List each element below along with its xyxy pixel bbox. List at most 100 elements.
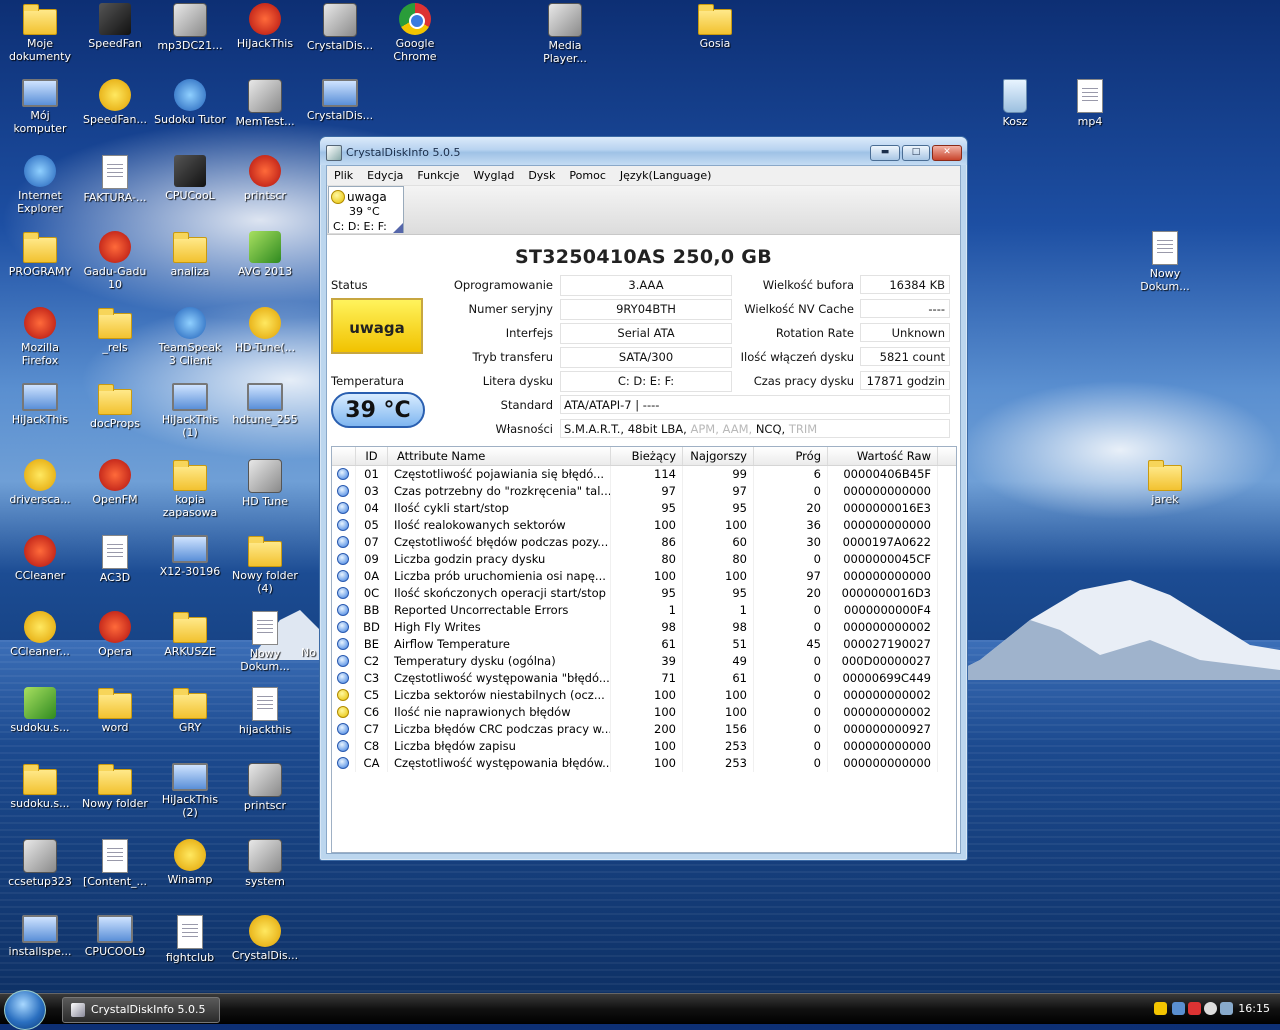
desktop-icon[interactable]: CCleaner <box>3 535 77 582</box>
desktop-icon[interactable]: fightclub <box>153 915 227 964</box>
safely-remove-icon[interactable] <box>1220 1002 1233 1015</box>
desktop-icon[interactable]: [Content_... <box>78 839 152 888</box>
table-row[interactable]: CA Częstotliwość występowania błędów... 10… <box>332 755 956 772</box>
header-raw[interactable]: Wartość Raw <box>828 447 938 465</box>
desktop-icon[interactable]: X12-30196 <box>153 535 227 578</box>
desktop-icon[interactable]: mp3DC21... <box>153 3 227 52</box>
menu-item[interactable]: Pomoc <box>562 169 612 182</box>
table-row[interactable]: C6 Ilość nie naprawionych błędów 100 100 0 00… <box>332 704 956 721</box>
desktop-icon[interactable]: PROGRAMY <box>3 231 77 278</box>
desktop-icon[interactable]: kopia zapasowa <box>153 459 227 519</box>
minimize-button[interactable]: ▬ <box>870 145 900 161</box>
desktop-icon[interactable]: HD-Tune(... <box>228 307 302 354</box>
avg-icon[interactable] <box>1188 1002 1201 1015</box>
clock[interactable]: 16:15 <box>1238 1002 1270 1015</box>
desktop-icon[interactable]: SpeedFan <box>78 3 152 50</box>
desktop-icon[interactable]: jarek <box>1128 459 1202 506</box>
desktop-icon[interactable]: mp4 <box>1053 79 1127 128</box>
title-bar[interactable]: CrystalDiskInfo 5.0.5 ▬ □ ✕ <box>320 137 967 165</box>
desktop-icon[interactable]: ARKUSZE <box>153 611 227 658</box>
menu-item[interactable]: Język(Language) <box>613 169 719 182</box>
table-row[interactable]: 01 Częstotliwość pojawiania się błędó... 1… <box>332 466 956 483</box>
desktop-icon[interactable]: Kosz <box>978 79 1052 128</box>
desktop-icon[interactable]: Nowy folder (4) <box>228 535 302 595</box>
desktop-icon[interactable]: driversca... <box>3 459 77 506</box>
menu-item[interactable]: Edycja <box>360 169 410 182</box>
header-id[interactable]: ID <box>356 447 388 465</box>
header-name[interactable]: Attribute Name <box>388 447 611 465</box>
desktop-icon[interactable]: CPUCooL <box>153 155 227 202</box>
table-row[interactable]: C5 Liczba sektorów niestabilnych (ocz... 1… <box>332 687 956 704</box>
desktop-icon[interactable]: Sudoku Tutor <box>153 79 227 126</box>
menu-item[interactable]: Funkcje <box>410 169 466 182</box>
shield-icon[interactable] <box>1154 1002 1167 1015</box>
desktop-icon[interactable]: Opera <box>78 611 152 658</box>
network-icon[interactable] <box>1172 1002 1185 1015</box>
desktop-icon[interactable]: Nowy folder <box>78 763 152 810</box>
menu-item[interactable]: Plik <box>327 169 360 182</box>
desktop-icon[interactable]: GRY <box>153 687 227 734</box>
desktop-icon[interactable]: CrystalDis... <box>228 915 302 962</box>
table-row[interactable]: 05 Ilość realokowanych sektorów 100 100 36 00… <box>332 517 956 534</box>
desktop-icon[interactable]: Moje dokumenty <box>3 3 77 63</box>
health-status-button[interactable]: uwaga <box>331 298 423 354</box>
desktop-icon[interactable]: system <box>228 839 302 888</box>
taskbar-button-crystaldiskinfo[interactable]: CrystalDiskInfo 5.0.5 <box>62 997 220 1023</box>
menu-item[interactable]: Wygląd <box>466 169 521 182</box>
desktop-icon[interactable]: CrystalDis... <box>303 79 377 122</box>
desktop-icon[interactable]: ccsetup323 <box>3 839 77 888</box>
desktop-icon[interactable]: Gadu-Gadu 10 <box>78 231 152 291</box>
desktop-icon[interactable]: SpeedFan... <box>78 79 152 126</box>
desktop-icon[interactable]: analiza <box>153 231 227 278</box>
header-worst[interactable]: Najgorszy <box>683 447 754 465</box>
close-button[interactable]: ✕ <box>932 145 962 161</box>
desktop-icon[interactable]: TeamSpeak 3 Client <box>153 307 227 367</box>
desktop-icon[interactable]: Nowy Dokum... <box>228 611 302 673</box>
desktop-icon-partial[interactable]: No <box>300 646 320 659</box>
crystaldiskinfo-window[interactable]: CrystalDiskInfo 5.0.5 ▬ □ ✕ Plik Edycja Fu… <box>319 136 968 861</box>
desktop-icon[interactable]: sudoku.s... <box>3 763 77 810</box>
table-row[interactable]: 09 Liczba godzin pracy dysku 80 80 0 00000000… <box>332 551 956 568</box>
desktop-icon[interactable]: AVG 2013 <box>228 231 302 278</box>
desktop-icon[interactable]: AC3D <box>78 535 152 584</box>
table-row[interactable]: BB Reported Uncorrectable Errors 1 1 0 000000… <box>332 602 956 619</box>
desktop-icon[interactable]: Media Player... <box>528 3 602 65</box>
table-row[interactable]: 03 Czas potrzebny do "rozkręcenia" tal...… <box>332 483 956 500</box>
table-row[interactable]: C8 Liczba błędów zapisu 100 253 0 00000000000… <box>332 738 956 755</box>
table-row[interactable]: C7 Liczba błędów CRC podczas pracy w... 20… <box>332 721 956 738</box>
table-row[interactable]: 07 Częstotliwość błędów podczas pozy... 86… <box>332 534 956 551</box>
desktop-icon[interactable]: HiJackThis <box>228 3 302 50</box>
table-row[interactable]: 0A Liczba prób uruchomienia osi napę... 10… <box>332 568 956 585</box>
table-row[interactable]: 0C Ilość skończonych operacji start/stop 9… <box>332 585 956 602</box>
desktop-icon[interactable]: hdtune_255 <box>228 383 302 426</box>
desktop-icon[interactable]: Google Chrome <box>378 3 452 63</box>
maximize-button[interactable]: □ <box>902 145 930 161</box>
start-button[interactable] <box>4 990 46 1030</box>
table-row[interactable]: 04 Ilość cykli start/stop 95 95 20 0000000016… <box>332 500 956 517</box>
desktop-icon[interactable]: printscr <box>228 155 302 202</box>
table-row[interactable]: BD High Fly Writes 98 98 0 000000000002 <box>332 619 956 636</box>
desktop-icon[interactable]: HiJackThis <box>3 383 77 426</box>
desktop-icon[interactable]: MemTest... <box>228 79 302 128</box>
desktop-icon[interactable]: printscr <box>228 763 302 812</box>
desktop-icon[interactable]: Mozilla Firefox <box>3 307 77 367</box>
desktop-icon[interactable]: docProps <box>78 383 152 430</box>
desktop-icon[interactable]: Mój komputer <box>3 79 77 135</box>
desktop-icon[interactable]: CPUCOOL9 <box>78 915 152 958</box>
desktop-icon[interactable]: installspe... <box>3 915 77 958</box>
desktop-icon[interactable]: word <box>78 687 152 734</box>
table-row[interactable]: C3 Częstotliwość występowania "błędó... 71… <box>332 670 956 687</box>
desktop-icon[interactable]: HD Tune <box>228 459 302 508</box>
desktop-icon[interactable]: CCleaner... <box>3 611 77 658</box>
desktop-icon[interactable]: sudoku.s... <box>3 687 77 734</box>
desktop-icon[interactable]: HiJackThis (2) <box>153 763 227 819</box>
header-threshold[interactable]: Próg <box>754 447 828 465</box>
desktop-icon[interactable]: HiJackThis (1) <box>153 383 227 439</box>
desktop-icon[interactable]: Internet Explorer <box>3 155 77 215</box>
table-row[interactable]: BE Airflow Temperature 61 51 45 000027190027 <box>332 636 956 653</box>
desktop-icon[interactable]: FAKTURA-... <box>78 155 152 204</box>
table-row[interactable]: C2 Temperatury dysku (ogólna) 39 49 0 000D000… <box>332 653 956 670</box>
desktop-icon[interactable]: _rels <box>78 307 152 354</box>
smart-attributes-table[interactable]: ID Attribute Name Bieżący Najgorszy Próg… <box>331 446 957 853</box>
desktop-icon[interactable]: Nowy Dokum... <box>1128 231 1202 293</box>
